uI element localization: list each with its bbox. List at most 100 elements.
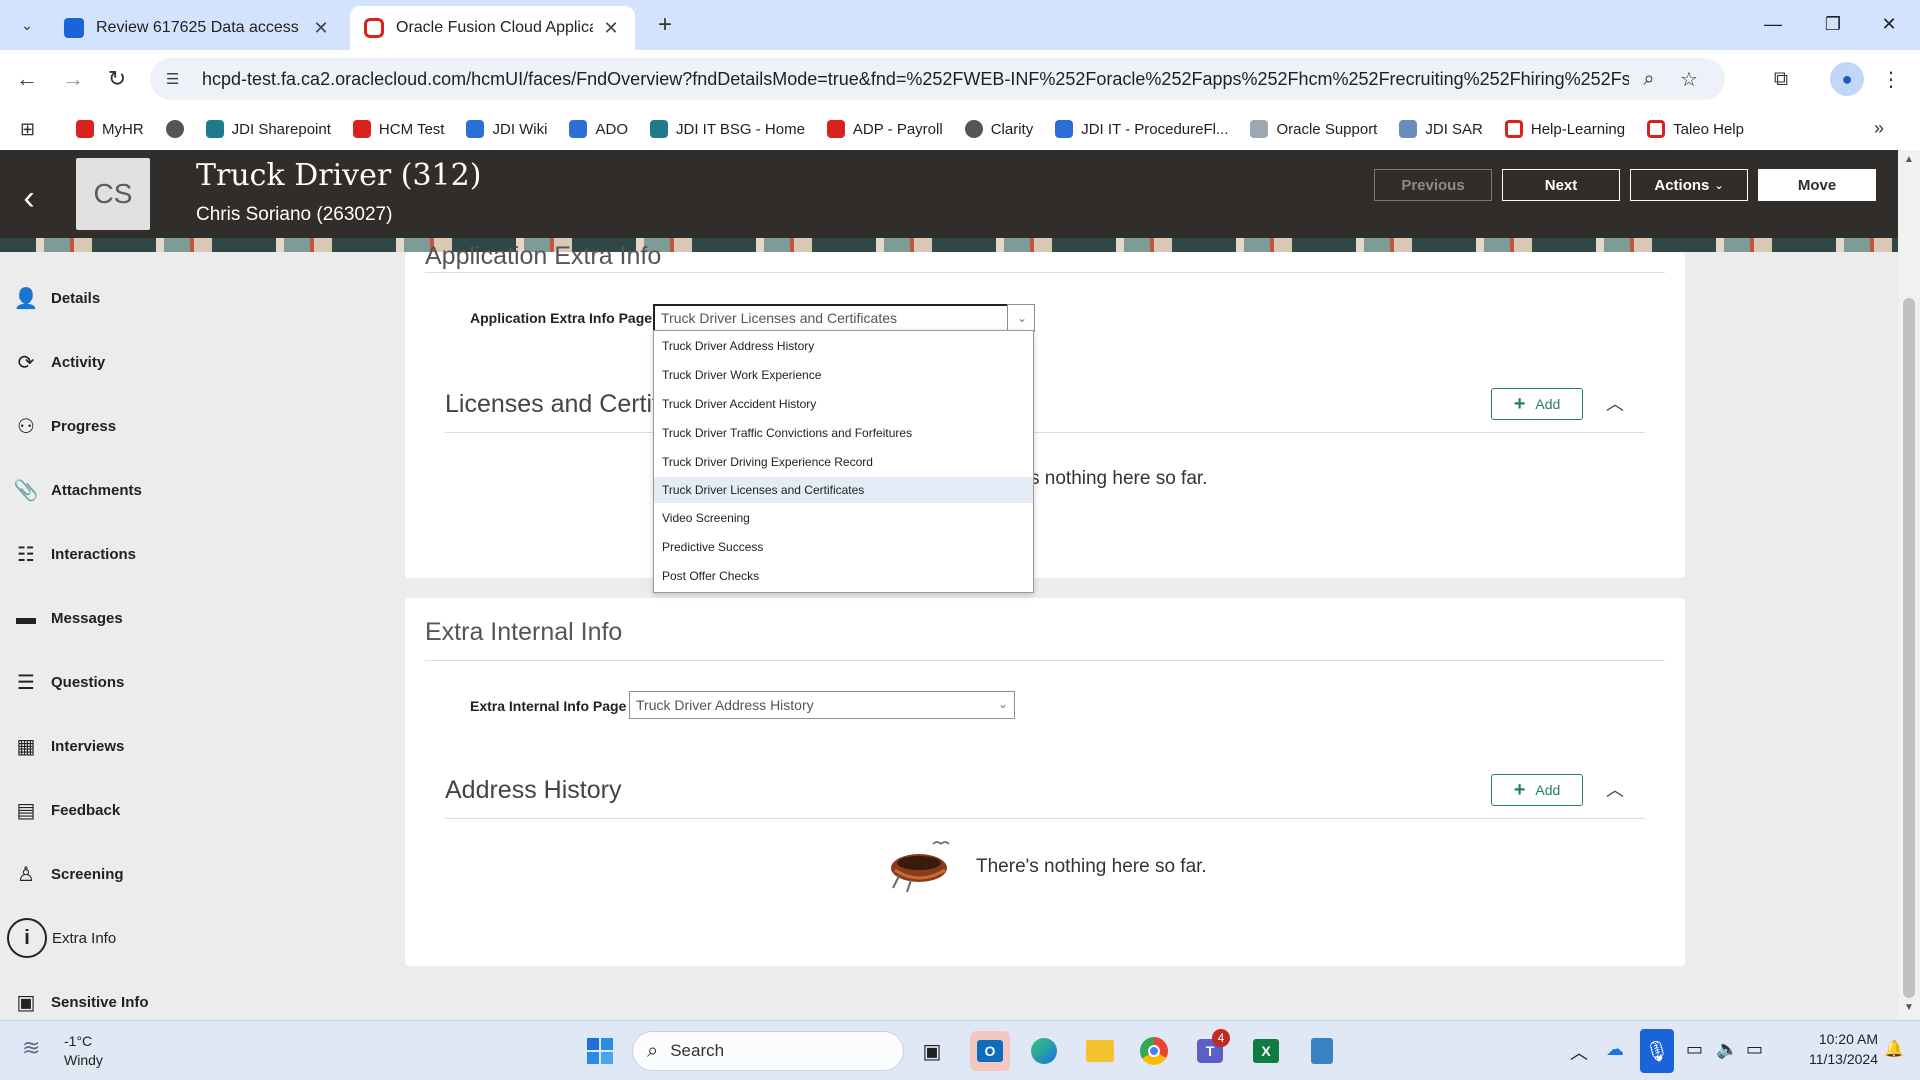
windy-weather-icon[interactable]: ≋ <box>22 1035 58 1065</box>
extra-internal-info-page-select[interactable]: Truck Driver Address History ⌄ <box>629 691 1015 719</box>
outlook-icon[interactable]: O <box>970 1031 1010 1071</box>
restore-icon[interactable]: ❐ <box>1810 6 1856 42</box>
dropdown-option[interactable]: Post Offer Checks <box>654 563 1033 589</box>
application-extra-info-card: Application Extra Info Application Extra… <box>405 242 1685 578</box>
forward-arrow-icon[interactable]: → <box>56 62 90 96</box>
task-view-icon[interactable]: ▣ <box>912 1031 952 1071</box>
dropdown-option[interactable]: Truck Driver Address History <box>654 333 1033 359</box>
previous-button[interactable]: Previous <box>1374 169 1492 201</box>
minimize-icon[interactable]: — <box>1750 6 1796 42</box>
bookmark-hcm-test[interactable]: HCM Test <box>352 120 444 138</box>
nav-item-messages[interactable]: ▬ Messages <box>0 598 380 638</box>
chrome-icon[interactable] <box>1134 1031 1174 1071</box>
more-bookmarks-icon[interactable]: » <box>1874 118 1884 139</box>
microphone-icon[interactable]: 🎙 <box>1640 1029 1674 1073</box>
bookmark-jdi-sharepoint[interactable]: JDI Sharepoint <box>205 120 331 138</box>
close-tab-icon[interactable]: ✕ <box>601 18 621 39</box>
volume-icon[interactable]: 🔈 <box>1716 1039 1738 1060</box>
bookmark-globe[interactable] <box>165 120 184 138</box>
file-explorer-icon[interactable] <box>1080 1031 1120 1071</box>
nav-item-screening[interactable]: ♙ Screening <box>0 854 380 894</box>
dropdown-option[interactable]: Truck Driver Work Experience <box>654 362 1033 388</box>
reload-icon[interactable]: ↻ <box>100 62 134 96</box>
back-chevron-icon[interactable]: ‹ <box>14 178 44 218</box>
scroll-up-icon[interactable]: ▲ <box>1902 154 1916 165</box>
bookmark-star-icon[interactable]: ☆ <box>1669 67 1709 92</box>
notification-bell-icon[interactable]: 🔔 <box>1884 1039 1904 1059</box>
dropdown-option-highlighted[interactable]: Truck Driver Licenses and Certificates <box>654 477 1033 503</box>
site-info-icon[interactable]: ☰ <box>166 70 188 88</box>
windows-start-icon[interactable] <box>580 1031 620 1071</box>
nav-item-interviews[interactable]: ▦ Interviews <box>0 726 380 766</box>
move-button[interactable]: Move <box>1758 169 1876 201</box>
dropdown-option[interactable]: Truck Driver Accident History <box>654 391 1033 417</box>
bookmark-help-learning[interactable]: Help-Learning <box>1504 120 1625 138</box>
show-hidden-icons-chevron[interactable]: ︿ <box>1570 1039 1588 1065</box>
bookmark-taleo-help[interactable]: Taleo Help <box>1647 120 1744 138</box>
tab-title: Oracle Fusion Cloud Application <box>396 19 593 36</box>
excel-icon[interactable]: X <box>1246 1031 1286 1071</box>
bookmark-oracle-support[interactable]: Oracle Support <box>1250 120 1377 138</box>
bookmark-jdi-it-procedure[interactable]: JDI IT - ProcedureFl... <box>1055 120 1228 138</box>
bookmark-jdi-it-bsg[interactable]: JDI IT BSG - Home <box>650 120 805 138</box>
profile-icon[interactable]: ● <box>1830 62 1864 96</box>
add-address-button[interactable]: + Add <box>1491 774 1583 806</box>
bookmark-jdi-sar[interactable]: JDI SAR <box>1399 120 1483 138</box>
onedrive-cloud-icon[interactable]: ☁ <box>1606 1039 1624 1060</box>
nav-item-sensitive-info[interactable]: ▣ Sensitive Info <box>0 982 380 1022</box>
page-scrollbar[interactable]: ▲ ▼ <box>1898 150 1920 1020</box>
nav-item-details[interactable]: 👤 Details <box>0 278 380 318</box>
scrollbar-thumb[interactable] <box>1903 298 1915 998</box>
new-tab-icon[interactable]: + <box>650 10 680 40</box>
windows-taskbar: ≋ -1°C Windy ⌕ Search ▣ O T 4 X ︿ ☁ 🎙 ▭ … <box>0 1020 1920 1080</box>
dropdown-option[interactable]: Truck Driver Traffic Convictions and For… <box>654 420 1033 446</box>
collapse-chevron-up-icon[interactable]: ︿ <box>1603 776 1627 800</box>
collapse-chevron-up-icon[interactable]: ︿ <box>1603 390 1627 414</box>
add-license-button[interactable]: + Add <box>1491 388 1583 420</box>
bookmark-clarity[interactable]: Clarity <box>964 120 1033 138</box>
bookmark-ado[interactable]: ADO <box>569 120 628 138</box>
clock-time[interactable]: 10:20 AM <box>1788 1031 1878 1047</box>
adp-icon <box>826 120 845 138</box>
bookmark-jdi-wiki[interactable]: JDI Wiki <box>466 120 547 138</box>
notepad-icon[interactable] <box>1302 1031 1342 1071</box>
application-extra-info-page-select[interactable]: Truck Driver Licenses and Certificates ⌄ <box>653 304 1035 332</box>
taskbar-search[interactable]: ⌕ Search <box>632 1031 904 1071</box>
address-history-title: Address History <box>445 776 622 804</box>
bookmark-myhr[interactable]: MyHR <box>76 120 144 138</box>
nav-item-feedback[interactable]: ▤ Feedback <box>0 790 380 830</box>
browser-tab-review[interactable]: Review 617625 Data access to e ✕ <box>50 6 345 50</box>
browser-tab-oracle[interactable]: Oracle Fusion Cloud Application ✕ <box>350 6 635 50</box>
nav-item-activity[interactable]: ⟳ Activity <box>0 342 380 382</box>
browser-menu-icon[interactable]: ⋮ <box>1874 62 1908 96</box>
nav-item-progress[interactable]: ⚇ Progress <box>0 406 380 446</box>
actions-button[interactable]: Actions ⌄ <box>1630 169 1748 201</box>
close-window-icon[interactable]: ✕ <box>1866 6 1912 42</box>
clock-date[interactable]: 11/13/2024 <box>1788 1051 1878 1067</box>
next-button[interactable]: Next <box>1502 169 1620 201</box>
zoom-icon[interactable]: ⌕ <box>1629 68 1669 91</box>
close-tab-icon[interactable]: ✕ <box>311 18 331 39</box>
dropdown-option[interactable]: Predictive Success <box>654 534 1033 560</box>
person-icon: 👤 <box>13 287 39 310</box>
network-icon[interactable]: ▭ <box>1686 1039 1703 1060</box>
sharepoint-icon <box>650 120 668 138</box>
edge-icon[interactable] <box>1024 1031 1064 1071</box>
dropdown-option[interactable]: Truck Driver Driving Experience Record <box>654 449 1033 475</box>
url-omnibox[interactable]: ☰ hcpd-test.fa.ca2.oraclecloud.com/hcmUI… <box>150 58 1725 100</box>
extensions-icon[interactable]: ⧉ <box>1764 62 1798 96</box>
tab-search-chevron-icon[interactable]: ⌄ <box>12 10 42 40</box>
battery-icon[interactable]: ▭ <box>1746 1039 1763 1060</box>
nav-item-interactions[interactable]: ☷ Interactions <box>0 534 380 574</box>
oracle-icon <box>76 120 94 138</box>
back-arrow-icon[interactable]: ← <box>10 62 44 96</box>
url-text: hcpd-test.fa.ca2.oraclecloud.com/hcmUI/f… <box>202 68 1629 89</box>
apps-grid-icon[interactable]: ⊞ <box>20 119 42 140</box>
scroll-down-icon[interactable]: ▼ <box>1902 1002 1916 1013</box>
chevron-down-icon: ⌄ <box>997 697 1008 711</box>
nav-item-questions[interactable]: ☰ Questions <box>0 662 380 702</box>
nav-item-attachments[interactable]: 📎 Attachments <box>0 470 380 510</box>
nav-item-extra-info[interactable]: i Extra Info <box>0 918 380 958</box>
dropdown-option[interactable]: Video Screening <box>654 505 1033 531</box>
bookmark-adp-payroll[interactable]: ADP - Payroll <box>826 120 943 138</box>
